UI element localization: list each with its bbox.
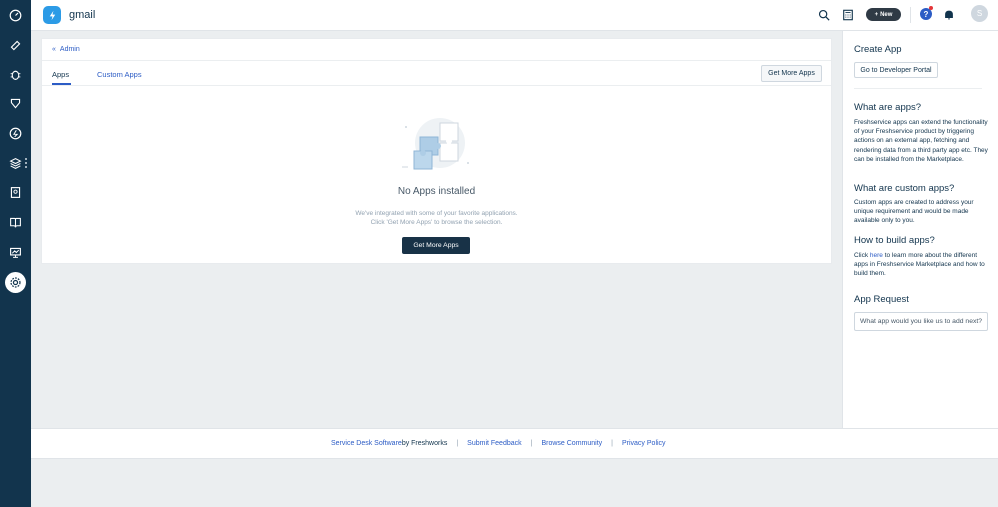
what-are-apps-text: Freshservice apps can extend the functio…: [854, 119, 988, 163]
new-button-label: New: [880, 11, 893, 18]
plus-icon: +: [874, 11, 879, 18]
get-more-apps-primary-button[interactable]: Get More Apps: [402, 237, 470, 254]
sidebar-divider: [854, 88, 982, 89]
calculator-icon[interactable]: [841, 8, 855, 22]
left-navigation: [0, 0, 31, 507]
build-apps-here-link[interactable]: here: [870, 252, 883, 259]
tabs-divider: [42, 85, 831, 86]
top-header: gmail + New ? S: [31, 0, 998, 31]
workspace-name: gmail: [69, 9, 96, 21]
footer-separator: |: [611, 440, 613, 447]
puzzle-illustration-icon: [402, 118, 469, 170]
apps-card: « Admin Apps Custom Apps Get More Apps N…: [41, 38, 832, 264]
assets-icon[interactable]: [7, 155, 24, 172]
submit-feedback-link[interactable]: Submit Feedback: [467, 440, 521, 447]
user-avatar[interactable]: S: [971, 5, 988, 22]
admin-gear-icon[interactable]: [5, 272, 26, 293]
help-notification-dot: [929, 6, 933, 10]
footer-separator: |: [456, 440, 459, 447]
build-apps-text: Click here to learn more about the diffe…: [854, 251, 990, 279]
build-apps-prefix: Click: [854, 252, 870, 259]
breadcrumb-admin[interactable]: Admin: [60, 46, 80, 53]
privacy-policy-link[interactable]: Privacy Policy: [622, 440, 666, 447]
reports-icon[interactable]: [7, 244, 24, 261]
what-are-apps-title: What are apps?: [854, 102, 922, 113]
service-desk-software-link[interactable]: Service Desk Software: [331, 440, 402, 447]
releases-icon[interactable]: [7, 125, 24, 142]
custom-apps-text: Custom apps are created to address your …: [854, 199, 974, 225]
problems-icon[interactable]: [7, 66, 24, 83]
empty-state-title: No Apps installed: [397, 186, 476, 197]
contracts-icon[interactable]: [7, 184, 24, 201]
dashboard-icon[interactable]: [7, 7, 24, 24]
create-app-title: Create App: [854, 44, 902, 55]
footer-by-text: by Freshworks: [401, 440, 448, 447]
developer-portal-button[interactable]: Go to Developer Portal: [854, 62, 938, 78]
app-request-input[interactable]: What app would you like us to add next?: [854, 312, 988, 331]
footer-links: Service Desk Software by Freshworks | Su…: [331, 440, 666, 447]
search-icon[interactable]: [817, 8, 831, 22]
help-sidebar: Create App Go to Developer Portal What a…: [842, 31, 998, 428]
breadcrumb-divider: [42, 60, 831, 61]
page-footer: Service Desk Software by Freshworks | Su…: [31, 428, 998, 459]
get-more-apps-button[interactable]: Get More Apps: [761, 65, 822, 82]
empty-state-description-line1: We've integrated with some of your favor…: [355, 210, 518, 217]
empty-state-description: We've integrated with some of your favor…: [42, 209, 831, 227]
nav-more-icon[interactable]: [25, 158, 28, 168]
notification-bell-icon[interactable]: [942, 8, 956, 22]
double-chevron-left-icon: «: [52, 46, 56, 53]
empty-state-description-line2: Click 'Get More Apps' to browse the sele…: [370, 219, 503, 226]
app-request-title: App Request: [854, 294, 909, 305]
new-button[interactable]: + New: [866, 8, 901, 21]
solutions-icon[interactable]: [7, 214, 24, 231]
changes-icon[interactable]: [7, 95, 24, 112]
tab-apps[interactable]: Apps: [52, 70, 69, 79]
browse-community-link[interactable]: Browse Community: [541, 440, 602, 447]
freshservice-logo-icon[interactable]: [43, 6, 61, 24]
tab-custom-apps[interactable]: Custom Apps: [97, 70, 142, 79]
breadcrumb[interactable]: « Admin: [52, 46, 80, 53]
build-apps-title: How to build apps?: [854, 235, 935, 246]
header-divider: [910, 7, 911, 23]
footer-separator: |: [530, 440, 533, 447]
custom-apps-title: What are custom apps?: [854, 183, 955, 194]
tickets-icon[interactable]: [7, 37, 24, 54]
